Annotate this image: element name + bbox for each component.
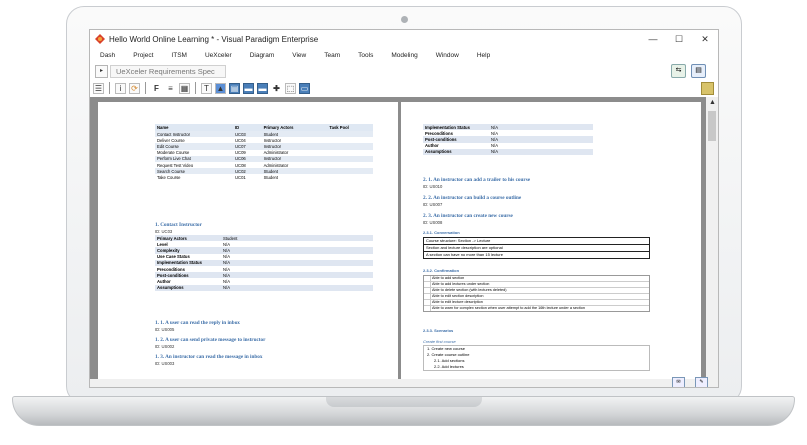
- table-header: ID: [233, 124, 262, 131]
- mail-icon[interactable]: ✉: [672, 377, 685, 387]
- page-setup-icon[interactable]: ⬚: [285, 82, 296, 94]
- table-cell: Student: [261, 174, 328, 181]
- scenario-step: 2.2. Add lectures: [434, 364, 464, 369]
- story-id: ID: US010: [423, 184, 443, 189]
- camera-icon: [401, 16, 408, 23]
- menu-team[interactable]: Team: [324, 52, 340, 59]
- conversation-box: Course structure: Section -> Lecture Sec…: [423, 237, 650, 259]
- menu-bar: Dash Project ITSM UeXceler Diagram View …: [90, 49, 718, 62]
- diagram-navigator-icon[interactable]: ⇆: [671, 64, 686, 78]
- property-pane-icon[interactable]: ▤: [691, 64, 706, 78]
- menu-view[interactable]: View: [292, 52, 306, 59]
- scroll-up-icon[interactable]: ▲: [709, 99, 716, 106]
- table-cell: UC01: [233, 174, 262, 181]
- conversation-line: A section can have no more than 15 lectu…: [426, 252, 503, 257]
- info-icon[interactable]: i: [115, 82, 126, 94]
- edit-icon[interactable]: ✎: [695, 377, 708, 387]
- scenario-title: Create first course: [423, 339, 456, 344]
- menu-uexceler[interactable]: UeXceler: [205, 52, 232, 59]
- document-page-right: Implementation Status N/A Preconditions N/…: [401, 102, 701, 379]
- story-id: ID: US008: [423, 220, 443, 225]
- menu-diagram[interactable]: Diagram: [250, 52, 275, 59]
- story-id: ID: US005: [155, 327, 175, 332]
- page-break-icon[interactable]: ▬: [243, 82, 254, 94]
- app-logo-icon: [95, 34, 105, 44]
- properties-table: Implementation Status N/A Preconditions N/…: [423, 124, 593, 155]
- minimize-button[interactable]: —: [640, 30, 666, 48]
- toolbar: ☰ i ⟳ F ≡ ▦ T ▲ ▤ ▬ ▬ ✚ ⬚ ▭: [90, 80, 718, 96]
- menu-project[interactable]: Project: [133, 52, 153, 59]
- maximize-button[interactable]: ☐: [666, 30, 692, 48]
- scenarios-label: 2.3.3. Scenarios: [423, 328, 454, 333]
- image-icon[interactable]: ▦: [179, 82, 190, 94]
- conversation-line: Course structure: Section -> Lecture: [424, 238, 649, 245]
- menu-itsm[interactable]: ITSM: [171, 52, 187, 59]
- table-header: Task Pool: [327, 124, 373, 131]
- property-key: Assumptions: [155, 284, 221, 291]
- story-heading: 1. 3. An instructor can read the message…: [155, 354, 263, 360]
- confirmation-label: 2.3.2. Confirmation: [423, 268, 460, 273]
- story-id: ID: US002: [155, 344, 175, 349]
- section-id: ID: UC03: [155, 229, 173, 234]
- menu-modeling[interactable]: Modeling: [391, 52, 417, 59]
- story-heading: 1. 2. A user can send private message to…: [155, 337, 266, 343]
- toolbar-separator: [145, 82, 146, 94]
- confirmation-item: Able to warn for complex section when us…: [424, 306, 649, 311]
- toolbar-separator: [195, 82, 196, 94]
- address-bar: ▸ UeXceler Requirements Spec ⇆ ▤: [90, 63, 718, 79]
- title-bar: Hello World Online Learning * - Visual P…: [90, 30, 718, 48]
- section-heading: 1. Contact Instructor: [155, 222, 202, 228]
- layout-icon[interactable]: ▭: [299, 82, 310, 94]
- navigate-icon[interactable]: ▸: [95, 65, 108, 78]
- app-window: Hello World Online Learning * - Visual P…: [89, 29, 719, 388]
- conversation-label: 2.3.1. Conversation: [423, 230, 460, 235]
- document-page-left: Name ID Primary Actors Task Pool Contact…: [98, 102, 398, 379]
- table-cell: [327, 174, 373, 181]
- menu-tools[interactable]: Tools: [358, 52, 373, 59]
- text-icon[interactable]: T: [201, 82, 212, 94]
- table-header: Primary Actors: [261, 124, 328, 131]
- usecase-table: Name ID Primary Actors Task Pool Contact…: [155, 124, 373, 181]
- document-workspace: Name ID Primary Actors Task Pool Contact…: [90, 97, 706, 379]
- table-cell: Take Course: [155, 174, 234, 181]
- align-icon[interactable]: ≡: [165, 83, 176, 94]
- table-icon[interactable]: ▤: [229, 82, 240, 94]
- status-bar: ✉ ✎: [90, 377, 718, 387]
- story-heading: 2. 3. An instructor can create new cours…: [423, 213, 513, 219]
- font-icon[interactable]: F: [151, 83, 162, 94]
- story-heading: 1. 1. A user can read the reply in inbox: [155, 320, 240, 326]
- trackpad-notch: [326, 397, 482, 407]
- story-id: ID: US003: [155, 361, 175, 366]
- table-header: Name: [155, 124, 234, 131]
- breadcrumb[interactable]: UeXceler Requirements Spec: [110, 65, 226, 78]
- property-key: Assumptions: [423, 148, 489, 155]
- property-value: N/A: [221, 284, 373, 291]
- property-value: N/A: [489, 148, 593, 155]
- story-heading: 2. 1. An instructor can add a trailer to…: [423, 177, 531, 183]
- menu-dash[interactable]: Dash: [100, 52, 115, 59]
- conversation-line: Section and lecture description are opti…: [424, 245, 649, 252]
- story-heading: 2. 2. An instructor can build a course o…: [423, 195, 522, 201]
- scenario-tree: 1. Create new course 2. Create course ou…: [423, 345, 650, 371]
- section-icon[interactable]: ▬: [257, 82, 268, 94]
- add-icon[interactable]: ✚: [271, 83, 282, 94]
- confirmation-table: Able to add section Able to add lectures…: [423, 275, 650, 312]
- outline-icon[interactable]: ☰: [93, 82, 104, 94]
- vertical-scrollbar[interactable]: ▲: [706, 97, 718, 379]
- picture-icon[interactable]: ▲: [215, 82, 226, 94]
- close-button[interactable]: ✕: [692, 30, 718, 48]
- laptop-base: [12, 396, 795, 426]
- menu-help[interactable]: Help: [477, 52, 490, 59]
- window-title: Hello World Online Learning * - Visual P…: [109, 34, 319, 44]
- table-row: Take Course UC01 Student: [155, 174, 373, 181]
- menu-window[interactable]: Window: [436, 52, 459, 59]
- export-icon[interactable]: [701, 82, 714, 95]
- story-id: ID: US007: [423, 202, 443, 207]
- properties-table: Primary Actors Student Level N/A Complexit…: [155, 235, 373, 291]
- refresh-icon[interactable]: ⟳: [129, 82, 140, 94]
- toolbar-separator: [109, 82, 110, 94]
- scrollbar-thumb[interactable]: [708, 111, 716, 141]
